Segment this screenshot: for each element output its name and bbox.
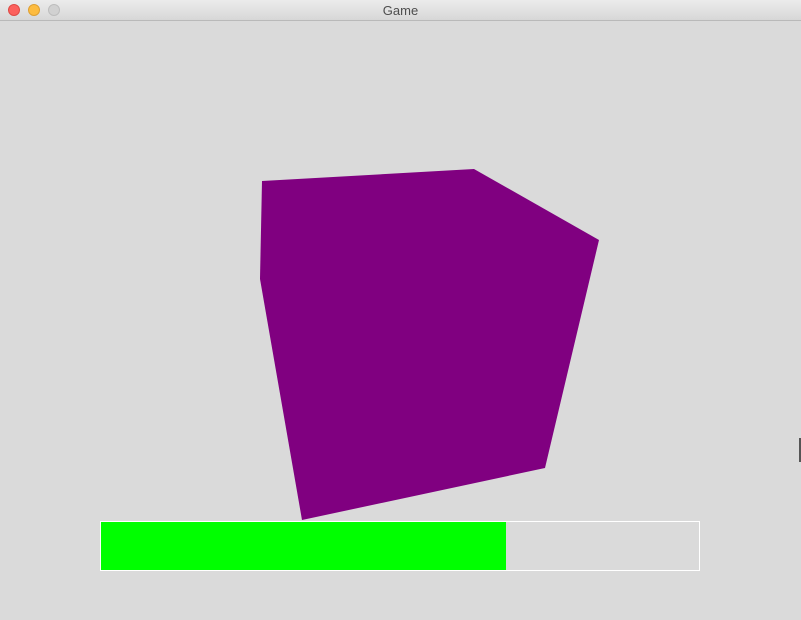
game-window: Game	[0, 0, 801, 620]
progress-bar-fill	[101, 522, 506, 570]
window-title: Game	[382, 3, 419, 18]
purple-polygon	[260, 169, 599, 520]
title-bar[interactable]: Game	[0, 0, 801, 21]
progress-bar	[100, 521, 700, 571]
